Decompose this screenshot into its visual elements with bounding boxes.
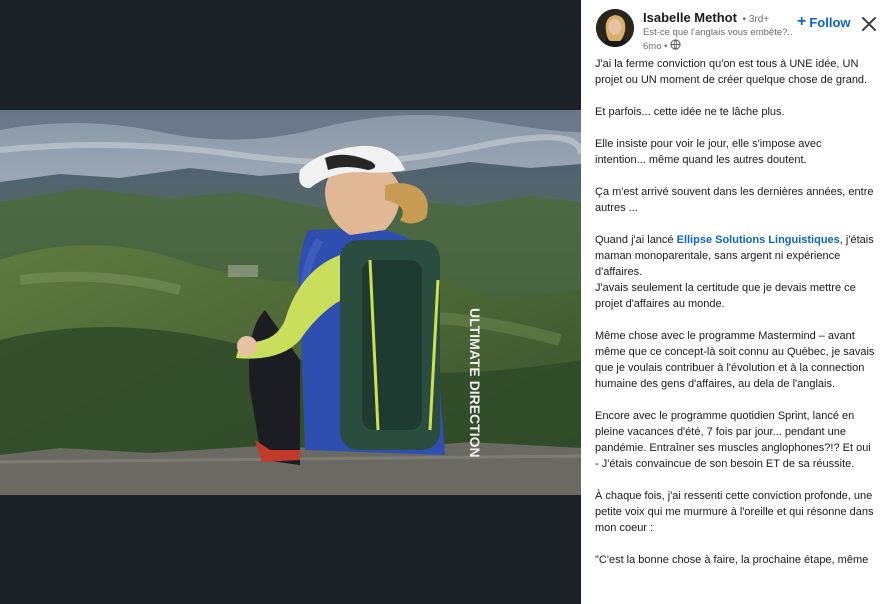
post-paragraph: J'avais seulement la certitude que je de… — [595, 282, 856, 310]
media-viewer: ULTIMATE DIRECTION — [0, 0, 581, 604]
author-headline: Est-ce que l'anglais vous embête?... — [643, 27, 793, 38]
hiker-photo-illustration: ULTIMATE DIRECTION — [0, 110, 581, 495]
plus-icon: + — [797, 13, 807, 30]
post-paragraph: "C'est la bonne chose à faire, la procha… — [595, 554, 869, 566]
post-paragraph-text: Quand j'ai lancé — [595, 234, 677, 246]
post-paragraph: Ça m'est arrivé souvent dans les dernièr… — [595, 186, 874, 214]
globe-icon — [670, 39, 682, 53]
post-paragraph: J'ai la ferme conviction qu'on est tous … — [595, 58, 868, 86]
post-paragraph: À chaque fois, j'ai ressenti cette convi… — [595, 490, 874, 534]
close-icon[interactable] — [861, 16, 877, 32]
follow-button[interactable]: + Follow — [797, 13, 851, 31]
follow-label: Follow — [809, 14, 851, 30]
post-paragraph: Même chose avec le programme Mastermind … — [595, 330, 875, 390]
post-photo[interactable]: ULTIMATE DIRECTION — [0, 110, 581, 495]
post-paragraph: Encore avec le programme quotidien Sprin… — [595, 410, 871, 470]
company-mention-link[interactable]: Ellipse Solutions Linguistiques — [677, 234, 840, 246]
post-header: Isabelle Methot • 3rd+ Est-ce que l'angl… — [581, 0, 883, 56]
author-name[interactable]: Isabelle Methot • 3rd+ — [643, 10, 769, 25]
post-paragraph: Et parfois... cette idée ne te lâche plu… — [595, 106, 785, 118]
post-paragraph: Elle insiste pour voir le jour, elle s'i… — [595, 138, 822, 166]
post-body: J'ai la ferme conviction qu'on est tous … — [595, 56, 875, 584]
avatar-portrait-icon — [596, 9, 634, 47]
post-paragraph: Quand j'ai lancé Ellipse Solutions Lingu… — [595, 232, 875, 280]
post-time: 6mo • — [643, 40, 668, 52]
backpack-text: ULTIMATE DIRECTION — [467, 308, 483, 458]
connection-degree: • 3rd+ — [742, 14, 770, 25]
author-name-text[interactable]: Isabelle Methot — [643, 10, 737, 25]
post-meta: 6mo • — [643, 39, 682, 53]
post-detail-panel: Isabelle Methot • 3rd+ Est-ce que l'angl… — [581, 0, 883, 604]
avatar[interactable] — [596, 9, 634, 47]
